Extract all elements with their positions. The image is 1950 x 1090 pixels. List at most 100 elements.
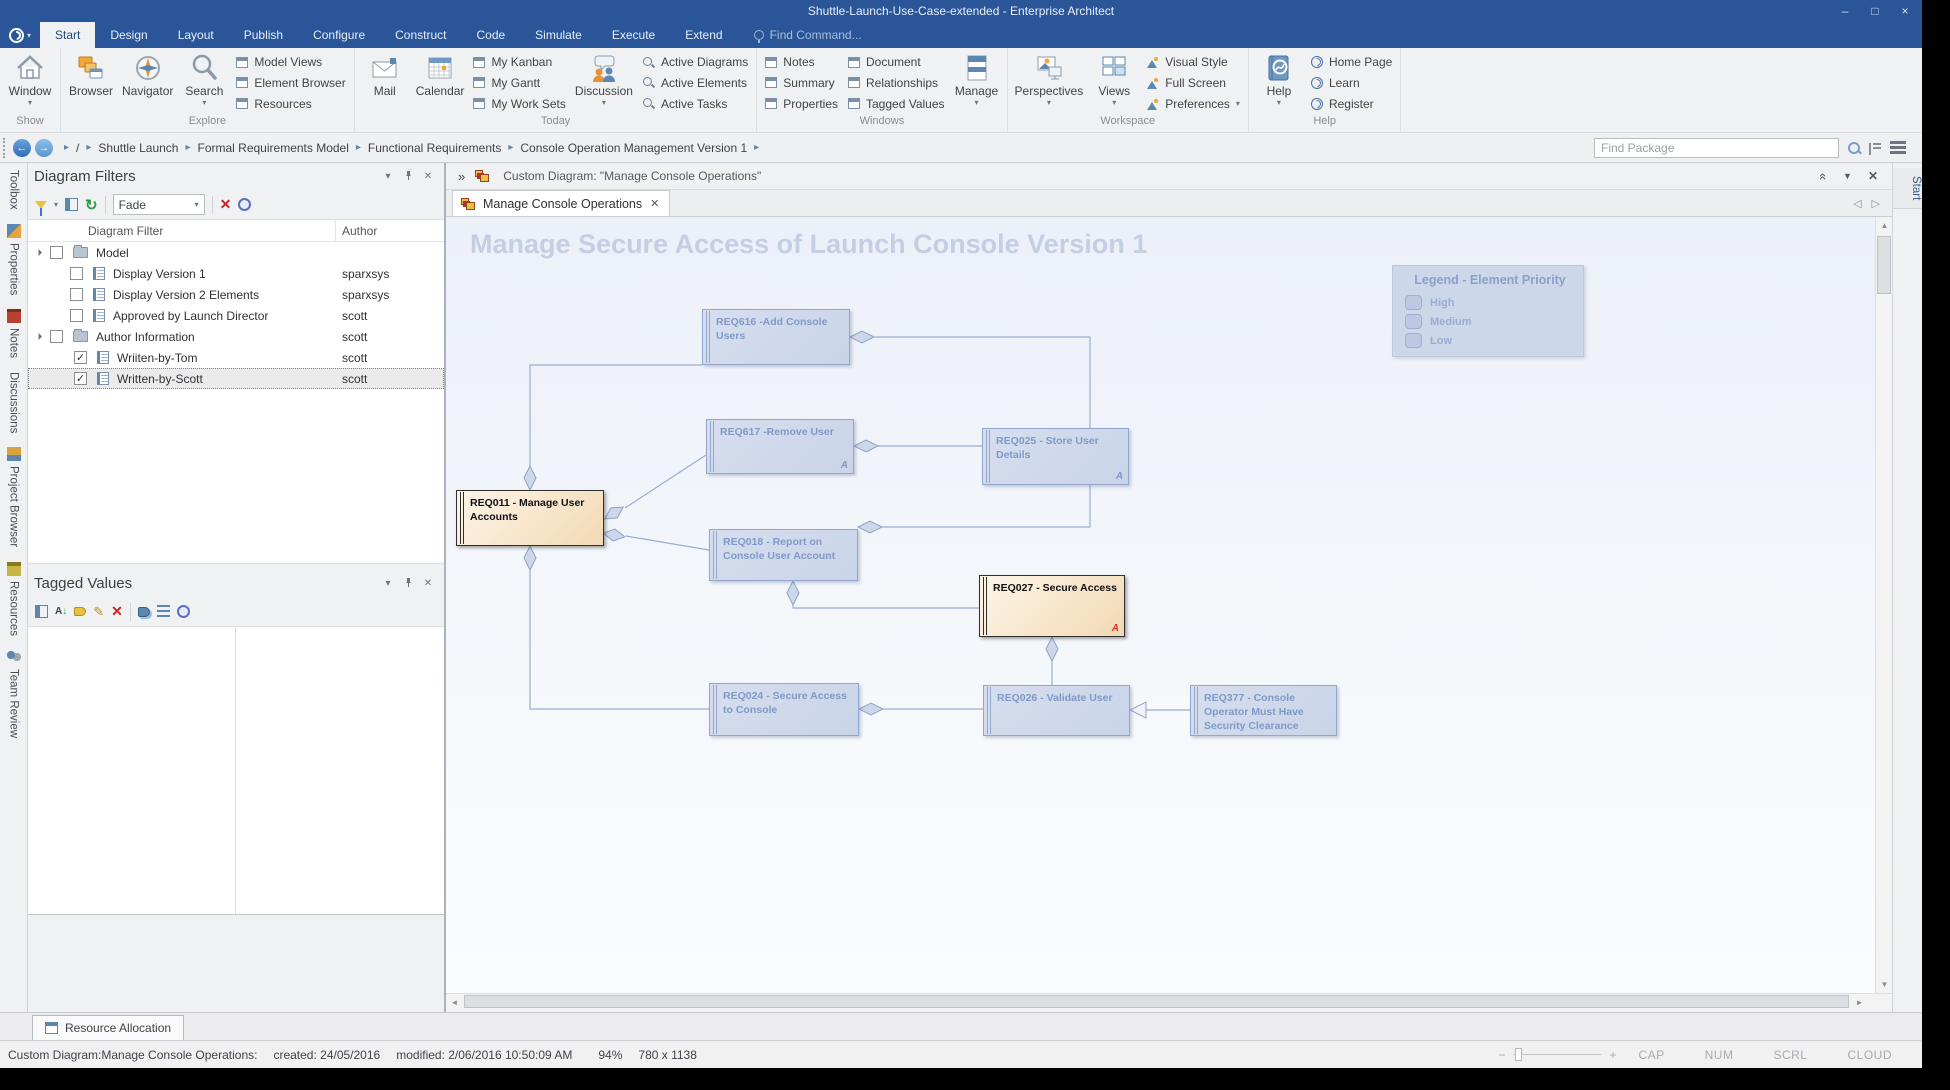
filter-row-display-version-2[interactable]: Display Version 2 Elements sparxsys (28, 284, 444, 305)
window-button[interactable]: Window ▾ (4, 51, 56, 115)
panel-menu-icon[interactable]: ▾ (378, 171, 398, 182)
ea-logo-menu[interactable]: ▾ (0, 22, 40, 48)
views-button[interactable]: Views ▾ (1088, 51, 1140, 115)
toolbar-drag-handle[interactable] (3, 137, 8, 158)
search-icon[interactable] (1847, 141, 1861, 155)
tab-scroll-right-icon[interactable]: ▷ (1872, 197, 1880, 210)
search-button[interactable]: Search ▾ (178, 51, 230, 115)
filter-row-approved-by-launch-director[interactable]: Approved by Launch Director scott (28, 305, 444, 326)
home-page-button[interactable]: Home Page (1310, 53, 1392, 72)
requirement-REQ027[interactable]: REQ027 - Secure Access A (979, 575, 1125, 637)
tab-execute[interactable]: Execute (597, 22, 670, 48)
sidebar-tab-toolbox[interactable]: Toolbox (8, 163, 20, 217)
legend-element-priority[interactable]: Legend - Element Priority High Medium Lo… (1392, 265, 1584, 357)
scroll-up-icon[interactable]: ▲ (1876, 217, 1893, 234)
zoom-slider-thumb[interactable] (1515, 1048, 1523, 1061)
minimize-button[interactable]: – (1830, 0, 1860, 22)
breadcrumb-root[interactable]: / (76, 141, 79, 155)
my-gantt-button[interactable]: My Gantt (473, 73, 565, 92)
tab-close-icon[interactable]: ✕ (650, 197, 659, 210)
my-kanban-button[interactable]: My Kanban (473, 53, 565, 72)
tree-view-icon[interactable] (35, 605, 48, 618)
requirement-REQ025[interactable]: REQ025 - Store User Details A (982, 428, 1129, 485)
horizontal-scrollbar-thumb[interactable] (464, 995, 1849, 1008)
sidebar-tab-team-review[interactable]: Team Review (6, 643, 21, 745)
requirement-REQ026[interactable]: REQ026 - Validate User (983, 685, 1130, 736)
checkbox-checked[interactable]: ✓ (74, 372, 87, 385)
vertical-scrollbar[interactable]: ▲ ▼ (1875, 217, 1893, 993)
delete-filter-icon[interactable]: ✕ (220, 196, 232, 213)
sidebar-tab-start[interactable]: Start (1893, 168, 1922, 210)
vertical-scrollbar-thumb[interactable] (1877, 236, 1891, 294)
tab-extend[interactable]: Extend (670, 22, 737, 48)
filter-row-written-by-tom[interactable]: ✓ Wriiten-by-Tom scott (28, 347, 444, 368)
register-button[interactable]: Register (1310, 94, 1392, 113)
tab-scroll-left-icon[interactable]: ◁ (1853, 197, 1861, 210)
checkbox-unchecked[interactable] (70, 288, 83, 301)
tab-resource-allocation[interactable]: Resource Allocation (32, 1015, 185, 1040)
document-button[interactable]: Document (848, 53, 945, 72)
tab-construct[interactable]: Construct (380, 22, 461, 48)
maximize-button[interactable]: □ (1860, 0, 1890, 22)
help-ring-icon[interactable] (176, 605, 190, 618)
sidebar-tab-project-browser[interactable]: Project Browser (6, 440, 21, 554)
find-package-input[interactable] (1594, 137, 1839, 158)
checkbox-unchecked[interactable] (50, 330, 63, 343)
new-tag-icon[interactable] (74, 607, 87, 616)
filter-mode-combobox[interactable]: Fade ▾ (112, 194, 205, 215)
learn-button[interactable]: Learn (1310, 73, 1392, 92)
tab-manage-console-operations[interactable]: Manage Console Operations ✕ (452, 190, 671, 216)
sidebar-tab-discussions[interactable]: Discussions (8, 365, 20, 440)
help-button[interactable]: Help ▾ (1253, 51, 1305, 115)
my-work-sets-button[interactable]: My Work Sets (473, 94, 566, 113)
requirement-REQ024[interactable]: REQ024 - Secure Access to Console (709, 683, 859, 736)
summary-button[interactable]: Summary (765, 73, 838, 92)
collapse-chevrons-icon[interactable]: » (458, 169, 465, 184)
tab-layout[interactable]: Layout (163, 22, 229, 48)
model-views-button[interactable]: Model Views (236, 53, 345, 72)
tab-publish[interactable]: Publish (229, 22, 298, 48)
sidebar-tab-properties[interactable]: Properties (6, 217, 21, 302)
find-command-input[interactable] (769, 28, 920, 42)
preferences-button[interactable]: Preferences ▾ (1146, 94, 1240, 113)
column-diagram-filter[interactable]: Diagram Filter (28, 220, 336, 241)
scroll-left-icon[interactable]: ◄ (446, 994, 463, 1010)
filter-row-display-version-1[interactable]: Display Version 1 sparxsys (28, 263, 444, 284)
delete-tag-icon[interactable]: ✕ (111, 603, 123, 620)
checkbox-checked[interactable]: ✓ (74, 351, 87, 364)
refresh-icon[interactable]: ↻ (85, 196, 98, 214)
active-diagrams-button[interactable]: Active Diagrams (642, 53, 748, 72)
checkbox-unchecked[interactable] (70, 267, 83, 280)
column-author[interactable]: Author (336, 224, 377, 238)
filter-row-model[interactable]: Model (28, 242, 444, 263)
manage-button[interactable]: Manage ▾ (951, 51, 1003, 115)
perspectives-button[interactable]: Perspectives ▾ (1012, 51, 1087, 115)
breadcrumb-item[interactable]: Console Operation Management Version 1 (520, 141, 747, 155)
element-browser-button[interactable]: Element Browser (236, 73, 346, 92)
tab-start[interactable]: Start (40, 22, 96, 48)
requirement-REQ377[interactable]: REQ377 - Console Operator Must Have Secu… (1190, 685, 1337, 736)
zoom-slider-track[interactable] (1513, 1048, 1602, 1061)
help-ring-icon[interactable] (238, 198, 252, 211)
tree-expander-icon[interactable] (34, 248, 43, 257)
edit-icon[interactable]: ✎ (93, 604, 104, 620)
panel-menu-icon[interactable]: ▾ (378, 578, 398, 589)
requirement-REQ616[interactable]: REQ616 -Add Console Users (702, 309, 850, 365)
navigator-button[interactable]: Navigator (119, 51, 176, 115)
new-filter-icon[interactable] (35, 200, 47, 216)
checkbox-unchecked[interactable] (70, 309, 83, 322)
tags-icon[interactable] (137, 606, 150, 617)
properties-button[interactable]: Properties (765, 94, 838, 113)
active-tasks-button[interactable]: Active Tasks (642, 94, 748, 113)
tab-simulate[interactable]: Simulate (520, 22, 597, 48)
filter-row-author-information[interactable]: Author Information scott (28, 326, 444, 347)
scroll-right-icon[interactable]: ► (1851, 994, 1868, 1010)
diagram-canvas[interactable]: Manage Secure Access of Launch Console V… (446, 217, 1876, 993)
discussion-button[interactable]: Discussion ▾ (572, 51, 636, 115)
close-icon[interactable]: ✕ (1868, 169, 1878, 183)
close-icon[interactable]: ✕ (418, 171, 438, 182)
breadcrumb-item[interactable]: Shuttle Launch (98, 141, 178, 155)
visual-style-button[interactable]: Visual Style (1146, 53, 1240, 72)
zoom-in-icon[interactable]: + (1609, 1048, 1616, 1062)
nav-forward-button[interactable]: → (35, 138, 53, 157)
